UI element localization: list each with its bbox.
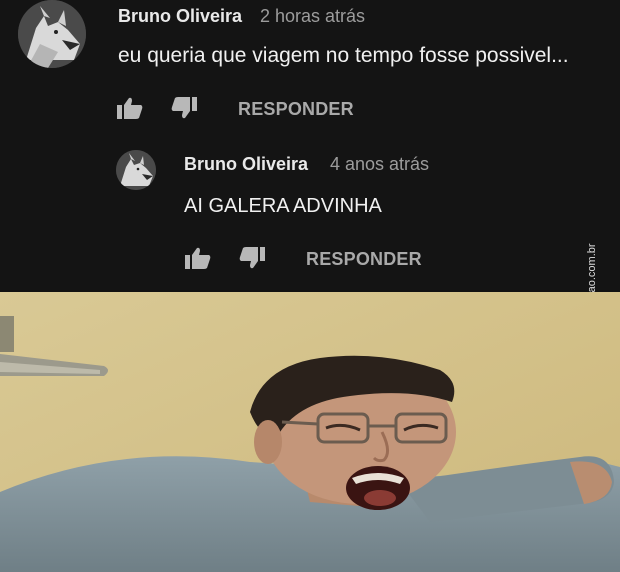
wolf-avatar-icon <box>18 0 86 68</box>
thumbs-up-icon <box>117 97 143 119</box>
comment-author[interactable]: Bruno Oliveira <box>184 154 308 175</box>
thumbs-down-icon <box>239 247 265 269</box>
wolf-avatar-icon <box>116 150 156 190</box>
comment-timestamp[interactable]: 4 anos atrás <box>330 154 429 175</box>
reaction-photo <box>0 292 620 572</box>
like-button[interactable] <box>184 246 212 270</box>
comments-section: Bruno Oliveira 2 horas atrás eu queria q… <box>0 0 620 290</box>
screaming-man-illustration <box>0 292 620 572</box>
meme-screenshot: Bruno Oliveira 2 horas atrás eu queria q… <box>0 0 620 572</box>
comment-timestamp[interactable]: 2 horas atrás <box>260 6 365 27</box>
door-plate <box>0 316 14 352</box>
avatar[interactable] <box>116 150 156 190</box>
comment-author[interactable]: Bruno Oliveira <box>118 6 242 27</box>
comment-text: AI GALERA ADVINHA <box>184 195 382 217</box>
like-button[interactable] <box>116 96 144 120</box>
thumbs-down-icon <box>171 97 197 119</box>
reply-button[interactable]: RESPONDER <box>238 99 354 120</box>
thumbs-up-icon <box>185 247 211 269</box>
avatar[interactable] <box>18 0 86 68</box>
dislike-button[interactable] <box>170 96 198 120</box>
dislike-button[interactable] <box>238 246 266 270</box>
reply-button[interactable]: RESPONDER <box>306 249 422 270</box>
comment-text: eu queria que viagem no tempo fosse poss… <box>118 44 569 67</box>
